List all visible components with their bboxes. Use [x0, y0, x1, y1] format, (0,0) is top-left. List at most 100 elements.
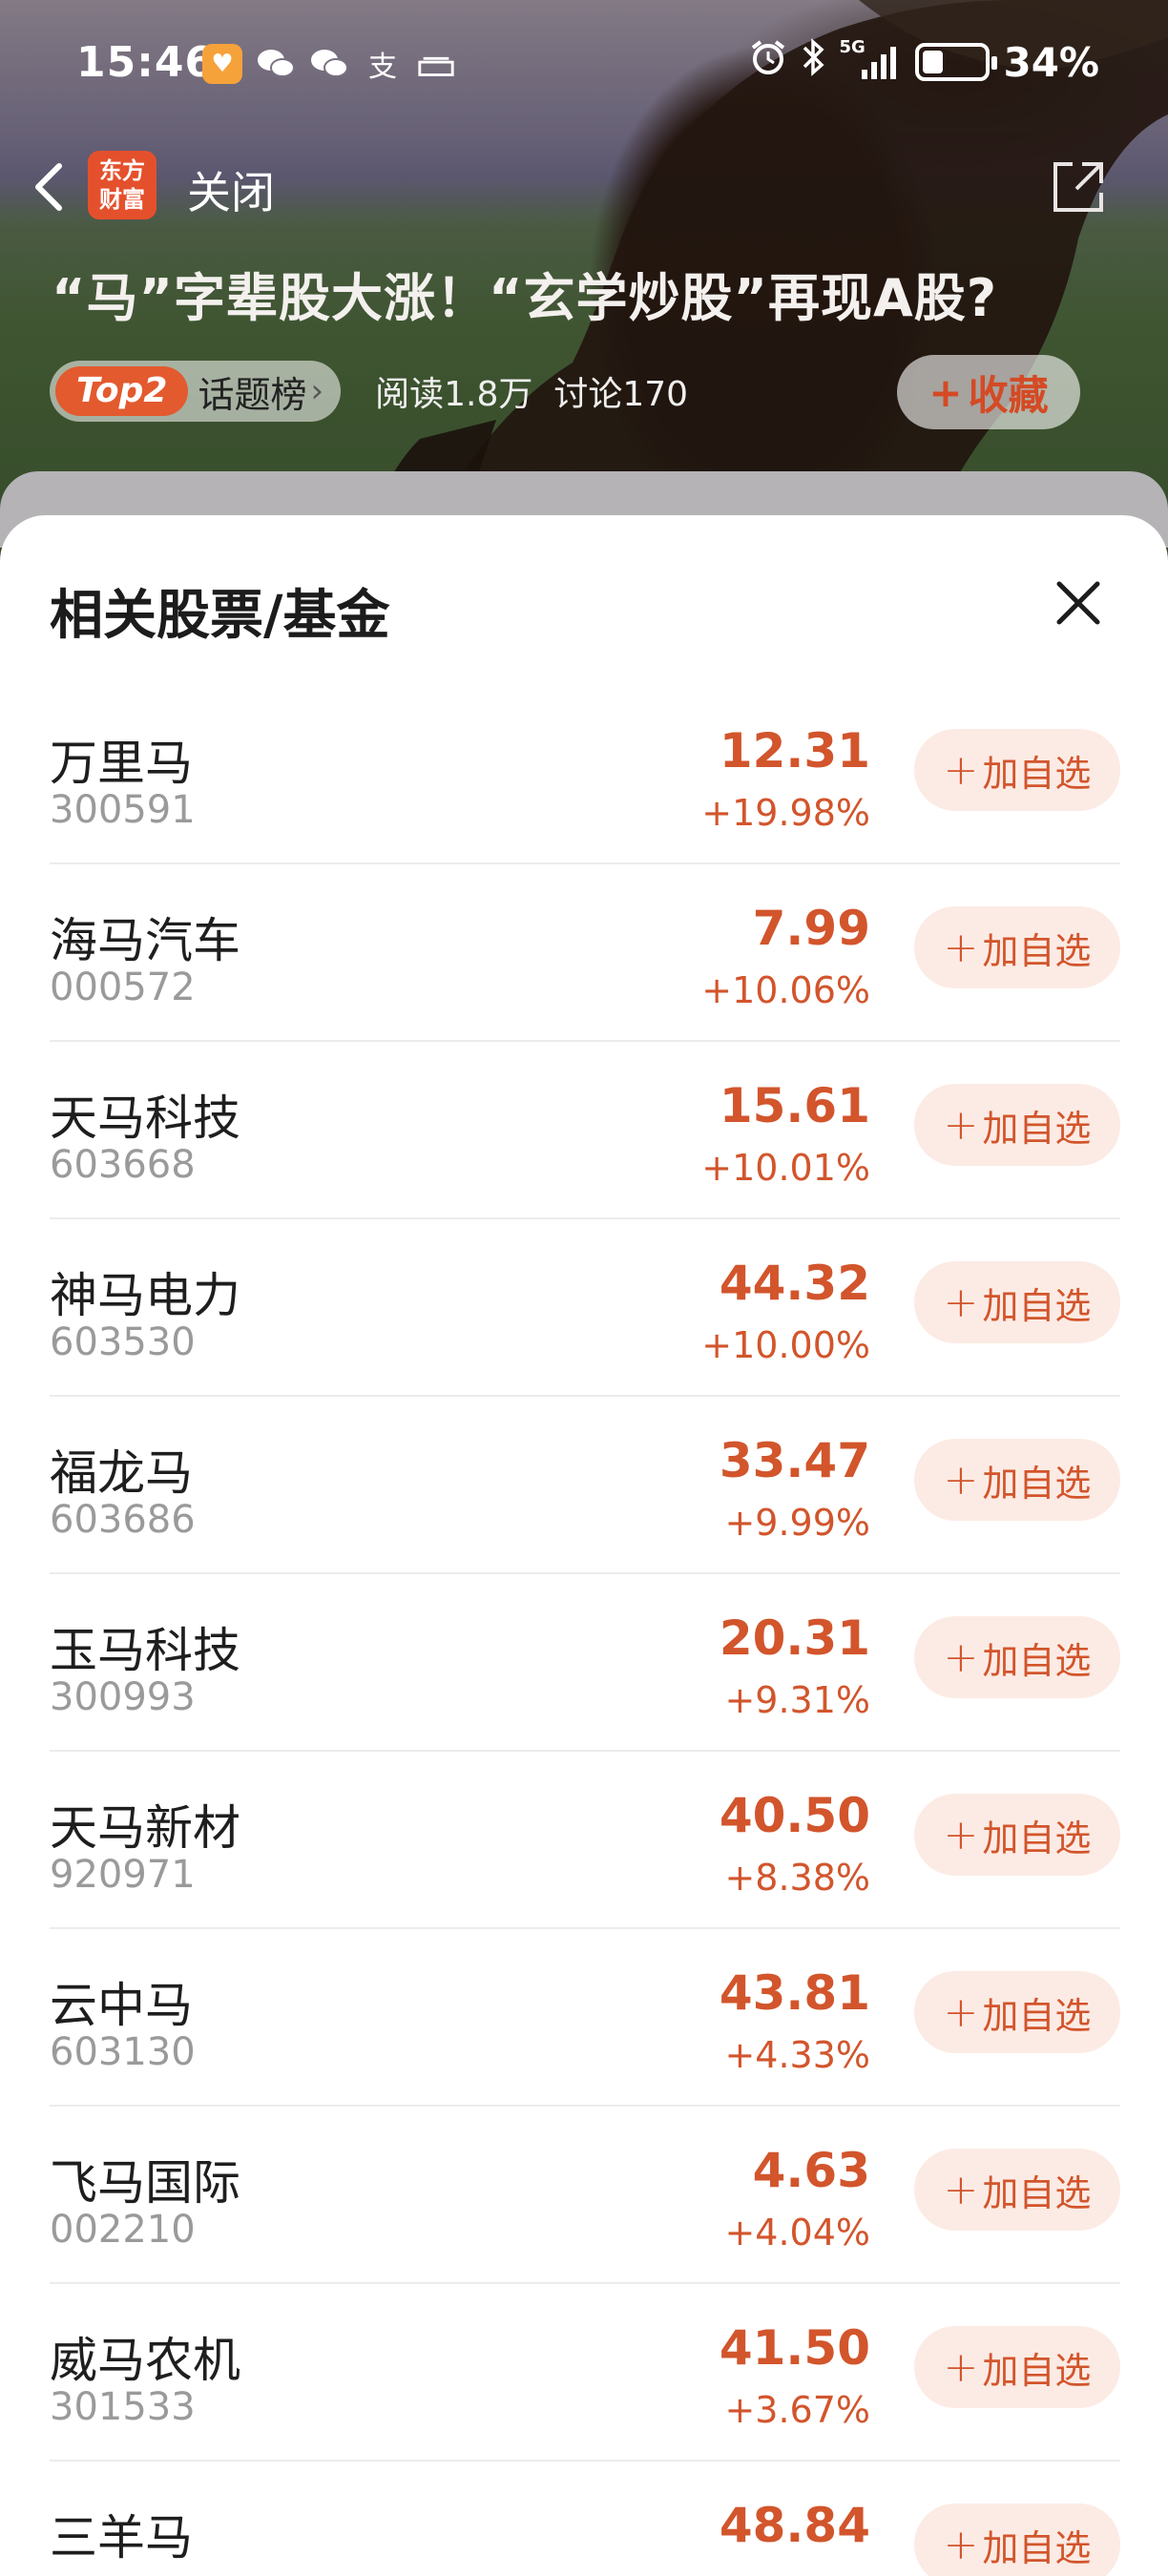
sheet-title: 相关股票/基金: [50, 585, 390, 647]
network-type: 5G: [839, 37, 866, 57]
plus-icon: +: [943, 1455, 979, 1505]
stock-name: 云中马: [50, 1978, 193, 2033]
plus-icon: +: [943, 1987, 979, 2037]
stock-code: 300993: [50, 1675, 196, 1719]
app-logo-line1: 东方: [99, 157, 145, 184]
topic-rank-link[interactable]: Top2 话题榜 ›: [50, 361, 342, 422]
stock-code: 920971: [50, 1853, 196, 1897]
stock-change: +4.33%: [724, 2034, 870, 2076]
wechat-icon: [309, 44, 349, 84]
close-button[interactable]: 关闭: [187, 158, 275, 221]
stock-name: 威马农机: [50, 2333, 240, 2388]
rank-label: 话题榜: [198, 373, 307, 416]
stock-row[interactable]: 飞马国际 002210 4.63 +4.04% + 加自选: [50, 2107, 1120, 2284]
add-watchlist-button[interactable]: + 加自选: [914, 1084, 1120, 1166]
news-app-icon: [416, 44, 456, 84]
notification-icons: ♥ 支: [202, 44, 456, 84]
favorite-label: 收藏: [968, 371, 1049, 419]
stock-code: 603686: [50, 1498, 196, 1542]
related-stocks-sheet: 相关股票/基金 万里马 300591 12.31 +19.98% + 加自选 海马…: [0, 515, 1168, 2576]
add-watchlist-label: 加自选: [982, 1284, 1092, 1327]
topic-title: “马”字辈股大涨！“玄学炒股”再现A股?: [52, 268, 998, 328]
stock-row[interactable]: 海马汽车 000572 7.99 +10.06% + 加自选: [50, 864, 1120, 1042]
stock-name: 天马新材: [50, 1800, 240, 1856]
stock-name: 神马电力: [50, 1268, 240, 1323]
add-watchlist-button[interactable]: + 加自选: [914, 2149, 1120, 2231]
back-button[interactable]: [21, 153, 78, 219]
stock-name: 天马科技: [50, 1091, 240, 1146]
add-watchlist-button[interactable]: + 加自选: [914, 1261, 1120, 1343]
stock-change: +4.04%: [724, 2212, 870, 2254]
alarm-icon: [749, 38, 787, 86]
add-watchlist-button[interactable]: + 加自选: [914, 906, 1120, 988]
stock-name: 万里马: [50, 736, 193, 791]
add-watchlist-button[interactable]: + 加自选: [914, 2503, 1120, 2576]
stock-name: 福龙马: [50, 1445, 193, 1501]
add-watchlist-button[interactable]: + 加自选: [914, 1794, 1120, 1876]
plus-icon: +: [943, 923, 979, 972]
add-watchlist-label: 加自选: [982, 2349, 1092, 2392]
add-watchlist-label: 加自选: [982, 1639, 1092, 1682]
plus-icon: +: [943, 2520, 979, 2569]
stock-price: 40.50: [719, 1788, 870, 1843]
stock-price: 33.47: [719, 1433, 870, 1488]
add-watchlist-label: 加自选: [982, 1817, 1092, 1859]
plus-icon: +: [943, 1810, 979, 1859]
add-watchlist-button[interactable]: + 加自选: [914, 1971, 1120, 2053]
add-watchlist-button[interactable]: + 加自选: [914, 729, 1120, 811]
stock-row[interactable]: 天马新材 920971 40.50 +8.38% + 加自选: [50, 1752, 1120, 1929]
alipay-icon: 支: [368, 51, 397, 84]
stock-change: +3.67%: [724, 2389, 870, 2431]
stock-list: 万里马 300591 12.31 +19.98% + 加自选 海马汽车 00057…: [50, 687, 1120, 2576]
favorite-button[interactable]: + 收藏: [897, 355, 1080, 429]
battery-icon: [915, 43, 998, 81]
stock-row[interactable]: 万里马 300591 12.31 +19.98% + 加自选: [50, 687, 1120, 864]
add-watchlist-label: 加自选: [982, 1994, 1092, 2037]
add-watchlist-label: 加自选: [982, 1107, 1092, 1150]
sheet-close-button[interactable]: [1052, 576, 1105, 630]
stock-row[interactable]: 玉马科技 300993 20.31 +9.31% + 加自选: [50, 1574, 1120, 1752]
plus-icon: +: [943, 2165, 979, 2214]
topic-meta: Top2 话题榜 › 阅读1.8万 讨论170: [50, 359, 688, 424]
stock-code: 603668: [50, 1143, 196, 1187]
plus-icon: +: [943, 1100, 979, 1150]
add-watchlist-label: 加自选: [982, 1462, 1092, 1505]
stock-code: 002210: [50, 2208, 196, 2252]
app-notification-icon: ♥: [202, 44, 242, 84]
add-watchlist-label: 加自选: [982, 2526, 1092, 2569]
stock-change: +10.00%: [701, 1324, 870, 1366]
stock-row[interactable]: 云中马 603130 43.81 +4.33% + 加自选: [50, 1929, 1120, 2107]
stock-row[interactable]: 神马电力 603530 44.32 +10.00% + 加自选: [50, 1219, 1120, 1397]
share-button[interactable]: [1048, 156, 1109, 218]
chevron-left-icon: [35, 163, 62, 211]
discussion-count: 讨论170: [553, 375, 689, 414]
read-count: 阅读1.8万: [375, 375, 533, 414]
stock-row[interactable]: 三羊马 48.84 + 加自选: [50, 2462, 1120, 2576]
stock-code: 301533: [50, 2385, 196, 2429]
app-logo-line2: 财富: [99, 186, 145, 213]
stock-row[interactable]: 天马科技 603668 15.61 +10.01% + 加自选: [50, 1042, 1120, 1219]
stock-change: +19.98%: [701, 792, 870, 834]
stock-price: 15.61: [719, 1078, 870, 1133]
stock-name: 三羊马: [50, 2510, 193, 2566]
stock-change: +9.99%: [724, 1502, 870, 1544]
stock-row[interactable]: 福龙马 603686 33.47 +9.99% + 加自选: [50, 1397, 1120, 1574]
stock-price: 20.31: [719, 1610, 870, 1666]
plus-icon: +: [943, 2342, 979, 2392]
stock-price: 43.81: [719, 1965, 870, 2021]
stock-code: 000572: [50, 966, 196, 1009]
stock-price: 48.84: [719, 2498, 870, 2553]
add-watchlist-button[interactable]: + 加自选: [914, 1439, 1120, 1521]
battery-percent: 34%: [1003, 38, 1099, 86]
stock-row[interactable]: 威马农机 301533 41.50 +3.67% + 加自选: [50, 2284, 1120, 2462]
status-bar: 15:46 ♥ 支 5G 34%: [0, 0, 1168, 134]
stock-change: +10.06%: [701, 969, 870, 1011]
rank-tag: Top2: [55, 366, 189, 416]
stock-name: 海马汽车: [50, 913, 240, 968]
add-watchlist-button[interactable]: + 加自选: [914, 2326, 1120, 2408]
stock-code: 300591: [50, 788, 196, 832]
add-watchlist-button[interactable]: + 加自选: [914, 1616, 1120, 1698]
stock-change: +9.31%: [724, 1679, 870, 1721]
stock-price: 4.63: [752, 2143, 870, 2198]
stock-change: +10.01%: [701, 1147, 870, 1189]
